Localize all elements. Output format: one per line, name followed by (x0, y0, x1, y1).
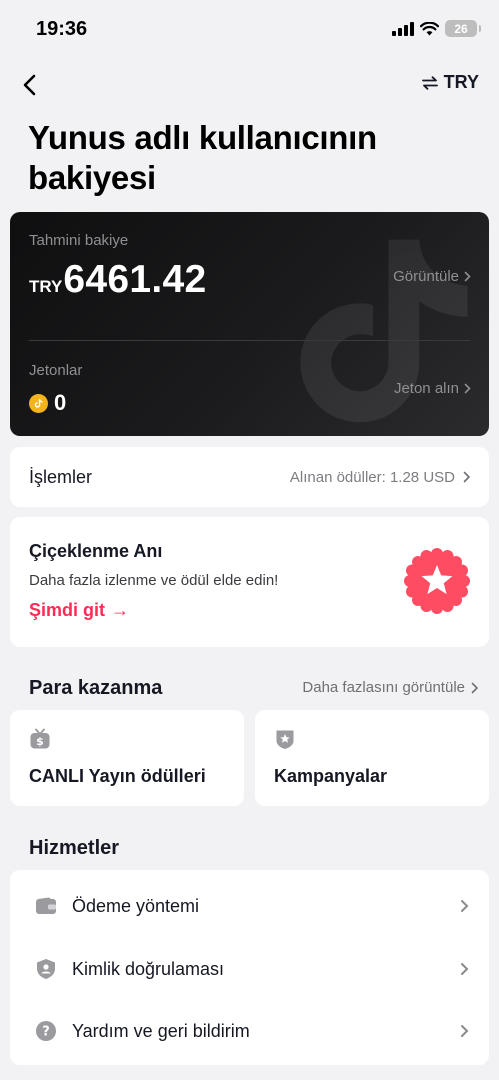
currency-label: TRY (443, 72, 479, 92)
promo-subtitle: Daha fazla izlenme ve ödül elde edin! (29, 572, 279, 589)
campaign-badge-icon (276, 730, 294, 749)
promo-card: Çiçeklenme Anı Daha fazla izlenme ve ödü… (10, 517, 489, 647)
balance-card: Tahmini bakiye TRY 6461.42 Görüntüle Jet… (10, 212, 489, 436)
transactions-title: İşlemler (29, 466, 93, 487)
chevron-right-icon (464, 383, 471, 394)
status-bar: 19:36 26 (0, 0, 499, 60)
coins-balance: 0 (29, 390, 66, 416)
wifi-icon (420, 21, 439, 35)
view-balance-label: Görüntüle (393, 268, 459, 285)
services-title: Hizmetler (29, 837, 120, 859)
payment-method-label: Ödeme yöntemi (72, 895, 200, 916)
live-rewards-label: CANLI Yayın ödülleri (29, 766, 206, 786)
wallet-icon (34, 894, 58, 918)
promo-title: Çiçeklenme Anı (29, 541, 163, 561)
balance-amount: TRY 6461.42 (29, 258, 206, 302)
back-button[interactable] (14, 70, 44, 100)
help-feedback-label: Yardım ve geri bildirim (72, 1020, 250, 1041)
status-icons: 26 (392, 20, 481, 37)
chevron-left-icon (23, 74, 36, 96)
chevron-right-icon (464, 271, 471, 282)
see-more-label: Daha fazlasını görüntüle (302, 679, 465, 696)
svg-text:?: ? (42, 1025, 50, 1040)
services-card: Ödeme yöntemi Kimlik doğrulaması ? Yardı… (10, 870, 489, 1065)
coins-value: 0 (54, 390, 67, 415)
cellular-signal-icon (392, 21, 414, 36)
see-more-link[interactable]: Daha fazlasını görüntüle (302, 679, 479, 696)
transactions-row[interactable]: İşlemler Alınan ödüller: 1.28 USD (10, 447, 489, 507)
identity-verification-row[interactable]: Kimlik doğrulaması (10, 938, 489, 1000)
rewards-summary: Alınan ödüller: 1.28 USD (290, 469, 471, 486)
arrow-right-icon: → (111, 600, 129, 620)
chevron-right-icon (461, 900, 469, 912)
chevron-right-icon (471, 682, 479, 693)
currency-switch-button[interactable]: TRY (421, 72, 479, 93)
live-gift-icon: $ (30, 728, 50, 749)
identity-verification-label: Kimlik doğrulaması (72, 958, 225, 979)
campaigns-tile[interactable]: Kampanyalar (255, 710, 489, 806)
card-divider (29, 340, 470, 341)
status-time: 19:36 (36, 18, 88, 40)
promo-cta-link[interactable]: Şimdi git → (29, 600, 129, 621)
chevron-right-icon (463, 471, 471, 483)
chevron-right-icon (461, 963, 469, 975)
page-title: Yunus adlı kullanıcının bakiyesi (28, 119, 377, 196)
help-icon: ? (34, 1019, 58, 1043)
get-coins-link[interactable]: Jeton alın (394, 380, 471, 397)
campaigns-label: Kampanyalar (274, 766, 388, 786)
chevron-right-icon (461, 1025, 469, 1037)
estimated-balance-label: Tahmini bakiye (29, 232, 129, 249)
live-rewards-tile[interactable]: $ CANLI Yayın ödülleri (10, 710, 244, 806)
rewards-text: Alınan ödüller: 1.28 USD (289, 468, 455, 486)
balance-currency: TRY (29, 277, 63, 296)
monetization-title: Para kazanma (29, 677, 163, 699)
get-coins-label: Jeton alın (393, 380, 459, 397)
battery-icon: 26 (445, 20, 481, 37)
payment-method-row[interactable]: Ödeme yöntemi (10, 875, 489, 937)
view-balance-link[interactable]: Görüntüle (393, 268, 471, 285)
help-feedback-row[interactable]: ? Yardım ve geri bildirim (10, 1000, 489, 1062)
tiktok-logo-watermark-icon (300, 239, 468, 423)
star-badge-icon (404, 548, 470, 614)
id-shield-icon (34, 957, 58, 981)
coins-label: Jetonlar (29, 362, 83, 379)
swap-arrows-icon (421, 75, 438, 90)
coin-icon (29, 393, 48, 413)
promo-cta-label: Şimdi git (29, 600, 105, 620)
svg-text:$: $ (36, 735, 44, 748)
balance-value: 6461.42 (63, 258, 207, 301)
